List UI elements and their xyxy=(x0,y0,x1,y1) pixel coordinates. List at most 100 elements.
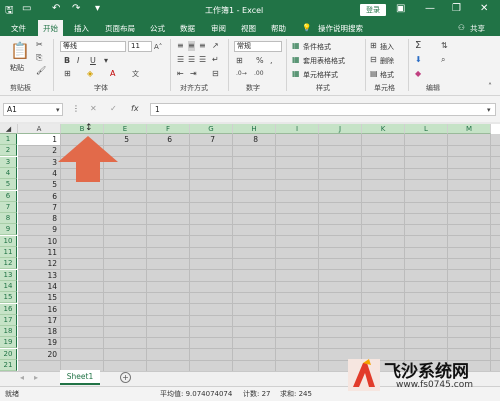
copy-icon[interactable]: ⎘ xyxy=(36,53,42,63)
insert-button[interactable]: 插入 xyxy=(380,42,394,52)
sheet-tab-sheet1[interactable]: Sheet1 xyxy=(60,370,100,385)
cell-a9[interactable]: 9 xyxy=(18,224,61,235)
tab-file[interactable]: 文件 xyxy=(11,23,26,34)
font-size-select[interactable]: 11 xyxy=(128,41,152,52)
cell-a12[interactable]: 12 xyxy=(18,258,61,269)
cancel-icon[interactable]: ✕ xyxy=(90,104,97,114)
row-header-6[interactable]: 6 xyxy=(0,190,17,202)
row-header-8[interactable]: 8 xyxy=(0,213,17,225)
cell-a20[interactable]: 20 xyxy=(18,349,61,360)
decrease-indent-icon[interactable]: ⇤ xyxy=(177,69,184,79)
insert-function-icon[interactable]: fx xyxy=(131,104,139,114)
add-sheet-button[interactable]: + xyxy=(120,372,131,383)
fill-color-icon[interactable]: ◈ xyxy=(87,69,93,79)
comma-style-icon[interactable]: , xyxy=(270,56,273,66)
cell-a18[interactable]: 18 xyxy=(18,326,61,337)
cell-a14[interactable]: 14 xyxy=(18,281,61,292)
font-name-select[interactable]: 等线 xyxy=(60,41,126,52)
autosave-icon[interactable]: ▭ xyxy=(22,3,31,14)
column-header-a[interactable]: A xyxy=(18,124,61,134)
accounting-format-icon[interactable]: ⊞ xyxy=(236,56,243,66)
cell-a3[interactable]: 3 xyxy=(18,157,61,168)
cell-a4[interactable]: 4 xyxy=(18,168,61,179)
save-icon[interactable]: 🖫 xyxy=(5,3,14,20)
column-header-h[interactable]: H xyxy=(233,124,276,134)
row-header-21[interactable]: 21 xyxy=(0,360,17,371)
tab-review[interactable]: 审阅 xyxy=(211,23,226,34)
conditional-format-button[interactable]: 条件格式 xyxy=(303,42,331,52)
column-header-l[interactable]: L xyxy=(405,124,448,134)
column-header-j[interactable]: J xyxy=(319,124,362,134)
row-header-3[interactable]: 3 xyxy=(0,156,17,168)
cell-a5[interactable]: 5 xyxy=(18,179,61,190)
tab-page-layout[interactable]: 页面布局 xyxy=(105,23,135,34)
row-header-7[interactable]: 7 xyxy=(0,201,17,213)
clear-icon[interactable]: ◆ xyxy=(415,69,421,79)
font-color-icon[interactable]: A xyxy=(110,69,115,79)
column-header-i[interactable]: I xyxy=(276,124,319,134)
tab-home[interactable]: 开始 xyxy=(38,20,63,36)
row-header-20[interactable]: 20 xyxy=(0,348,17,360)
minimize-button[interactable]: — xyxy=(425,3,435,14)
row-header-11[interactable]: 11 xyxy=(0,247,17,258)
orientation-icon[interactable]: ↗ xyxy=(212,41,219,51)
align-right-icon[interactable]: ☰ xyxy=(199,55,206,65)
login-button[interactable]: 登录 xyxy=(360,4,386,16)
name-box[interactable]: A1 xyxy=(3,103,63,116)
paste-icon[interactable]: 📋 xyxy=(10,43,30,59)
cell-a2[interactable]: 2 xyxy=(18,145,61,156)
undo-icon[interactable]: ↶ xyxy=(52,3,60,14)
font-dropdown-icon[interactable]: ▾ xyxy=(104,56,108,66)
underline-icon[interactable]: U xyxy=(90,56,96,66)
cell-a19[interactable]: 19 xyxy=(18,337,61,348)
paste-button[interactable]: 粘贴 xyxy=(10,63,24,73)
format-as-table-button[interactable]: 套用表格格式 xyxy=(303,56,345,66)
select-all-corner[interactable]: ◢ xyxy=(0,124,18,134)
fill-icon[interactable]: ⬇ xyxy=(415,55,422,65)
cell-f1[interactable]: 6 xyxy=(147,134,176,145)
row-header-9[interactable]: 9 xyxy=(0,224,17,236)
cell-a13[interactable]: 13 xyxy=(18,270,61,281)
row-header-15[interactable]: 15 xyxy=(0,292,17,304)
decrease-decimal-icon[interactable]: .00 xyxy=(254,69,264,79)
share-button[interactable]: 共享 xyxy=(470,23,485,34)
cell-a11[interactable]: 11 xyxy=(18,247,61,258)
row-header-1[interactable]: 1 xyxy=(0,134,17,145)
cut-icon[interactable]: ✂ xyxy=(36,40,43,50)
cell-a10[interactable]: 10 xyxy=(18,236,61,247)
cell-g1[interactable]: 7 xyxy=(190,134,219,145)
row-header-5[interactable]: 5 xyxy=(0,179,17,191)
autosum-icon[interactable]: Σ xyxy=(415,41,421,51)
next-sheet-icon[interactable]: ▸ xyxy=(34,373,38,383)
cell-h1[interactable]: 8 xyxy=(233,134,262,145)
row-header-13[interactable]: 13 xyxy=(0,269,17,281)
number-format-select[interactable]: 常规 xyxy=(234,41,282,52)
name-box-dropdown-icon[interactable]: ▾ xyxy=(56,105,60,115)
phonetic-icon[interactable]: 文 xyxy=(132,69,139,79)
tab-view[interactable]: 视图 xyxy=(241,23,256,34)
row-header-4[interactable]: 4 xyxy=(0,167,17,179)
row-header-19[interactable]: 19 xyxy=(0,337,17,349)
tab-help[interactable]: 帮助 xyxy=(271,23,286,34)
row-header-18[interactable]: 18 xyxy=(0,326,17,338)
column-header-k[interactable]: K xyxy=(362,124,405,134)
sort-filter-icon[interactable]: ⇅ xyxy=(441,41,448,51)
cell-a17[interactable]: 17 xyxy=(18,315,61,326)
merge-center-icon[interactable]: ⊟ xyxy=(212,69,219,79)
restore-button[interactable]: ❐ xyxy=(452,3,461,14)
row-header-14[interactable]: 14 xyxy=(0,280,17,292)
column-header-b[interactable]: B xyxy=(61,124,104,134)
row-header-10[interactable]: 10 xyxy=(0,235,17,247)
collapse-ribbon-icon[interactable]: ˄ xyxy=(488,82,492,92)
prev-sheet-icon[interactable]: ◂ xyxy=(20,373,24,383)
cell-a6[interactable]: 6 xyxy=(18,191,61,202)
row-header-17[interactable]: 17 xyxy=(0,314,17,326)
column-header-g[interactable]: G xyxy=(190,124,233,134)
enter-icon[interactable]: ✓ xyxy=(110,104,117,114)
cell-a16[interactable]: 16 xyxy=(18,304,61,315)
cell-a15[interactable]: 15 xyxy=(18,292,61,303)
row-header-16[interactable]: 16 xyxy=(0,303,17,315)
increase-decimal-icon[interactable]: .0→ xyxy=(236,69,247,79)
expand-formula-icon[interactable]: ▾ xyxy=(487,105,491,115)
find-select-icon[interactable]: ⌕ xyxy=(441,55,445,65)
